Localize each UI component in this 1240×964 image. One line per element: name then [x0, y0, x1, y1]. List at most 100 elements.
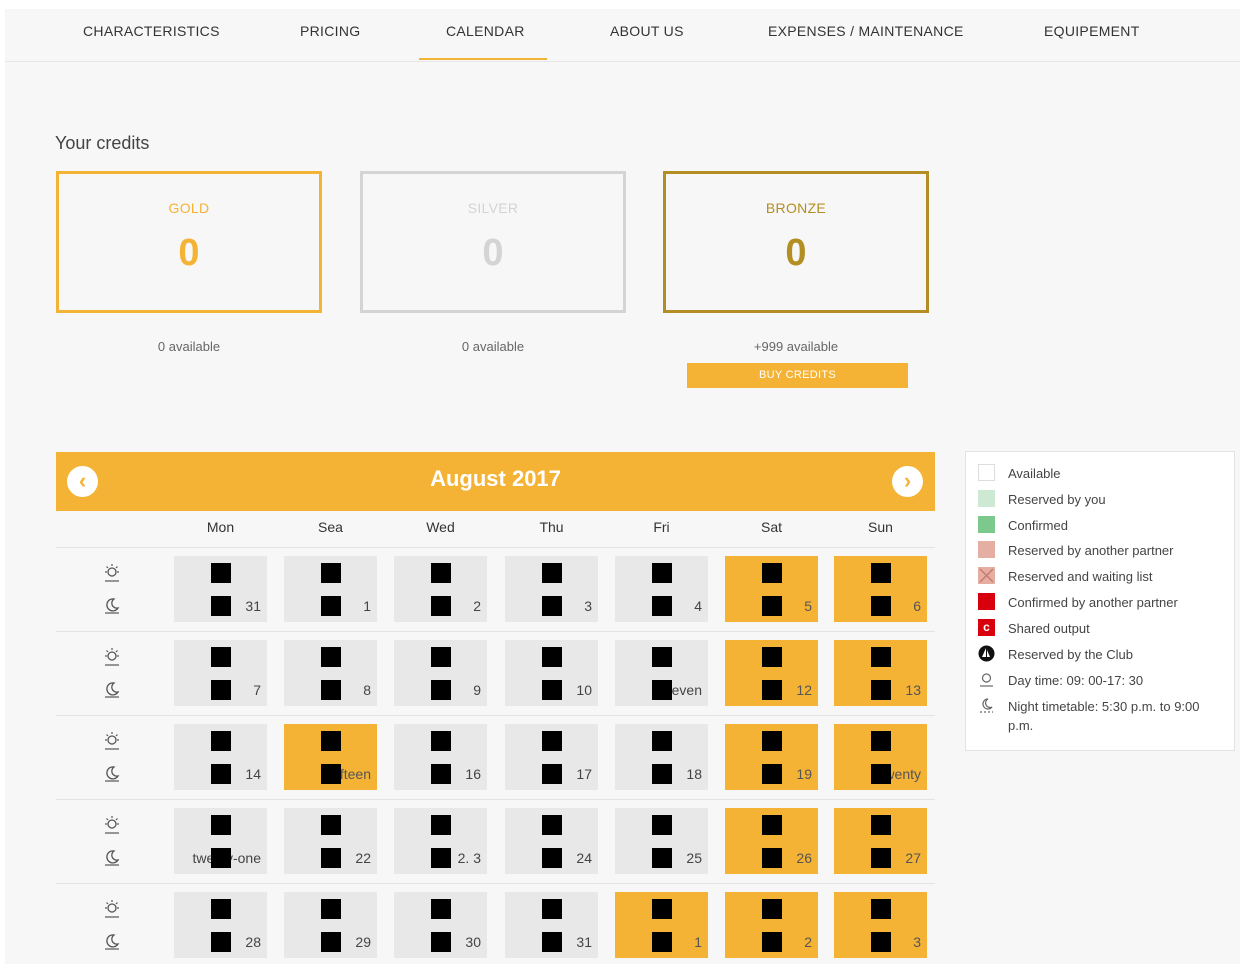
day-slot[interactable]	[871, 563, 891, 583]
day-slot[interactable]	[321, 815, 341, 835]
night-slot[interactable]	[871, 596, 891, 616]
calendar-day-cell[interactable]: 19	[725, 724, 818, 790]
day-slot[interactable]	[431, 899, 451, 919]
calendar-day-cell[interactable]: 8	[284, 640, 377, 706]
night-slot[interactable]	[321, 596, 341, 616]
night-slot[interactable]	[431, 932, 451, 952]
day-slot[interactable]	[542, 731, 562, 751]
day-slot[interactable]	[762, 899, 782, 919]
calendar-day-cell[interactable]: eleven	[615, 640, 708, 706]
night-slot[interactable]	[542, 848, 562, 868]
night-slot[interactable]	[542, 764, 562, 784]
calendar-day-cell[interactable]: 17	[505, 724, 598, 790]
night-slot[interactable]	[652, 596, 672, 616]
night-slot[interactable]	[321, 680, 341, 700]
day-slot[interactable]	[431, 563, 451, 583]
night-slot[interactable]	[211, 596, 231, 616]
next-month-button[interactable]: ›	[892, 466, 923, 497]
night-slot[interactable]	[652, 848, 672, 868]
tab-equipement[interactable]: EQUIPEMENT	[1044, 23, 1140, 39]
night-slot[interactable]	[431, 596, 451, 616]
calendar-day-cell[interactable]: 13	[834, 640, 927, 706]
calendar-day-cell[interactable]: 26	[725, 808, 818, 874]
calendar-day-cell[interactable]: 9	[394, 640, 487, 706]
calendar-day-cell[interactable]: 7	[174, 640, 267, 706]
night-slot[interactable]	[542, 596, 562, 616]
calendar-day-cell[interactable]: 22	[284, 808, 377, 874]
calendar-day-cell[interactable]: 30	[394, 892, 487, 958]
calendar-day-cell[interactable]: 25	[615, 808, 708, 874]
night-slot[interactable]	[431, 680, 451, 700]
night-slot[interactable]	[652, 932, 672, 952]
calendar-day-cell[interactable]: 6	[834, 556, 927, 622]
night-slot[interactable]	[871, 848, 891, 868]
day-slot[interactable]	[762, 731, 782, 751]
night-slot[interactable]	[762, 596, 782, 616]
day-slot[interactable]	[652, 731, 672, 751]
night-slot[interactable]	[431, 764, 451, 784]
night-slot[interactable]	[871, 680, 891, 700]
tab-expenses-maintenance[interactable]: EXPENSES / MAINTENANCE	[768, 23, 964, 39]
calendar-day-cell[interactable]: 3	[505, 556, 598, 622]
calendar-day-cell[interactable]: 24	[505, 808, 598, 874]
day-slot[interactable]	[871, 815, 891, 835]
calendar-day-cell[interactable]: 3	[834, 892, 927, 958]
night-slot[interactable]	[652, 680, 672, 700]
tab-characteristics[interactable]: CHARACTERISTICS	[83, 23, 220, 39]
day-slot[interactable]	[321, 899, 341, 919]
day-slot[interactable]	[871, 899, 891, 919]
day-slot[interactable]	[211, 647, 231, 667]
day-slot[interactable]	[652, 563, 672, 583]
night-slot[interactable]	[431, 848, 451, 868]
day-slot[interactable]	[211, 731, 231, 751]
day-slot[interactable]	[321, 731, 341, 751]
day-slot[interactable]	[542, 899, 562, 919]
calendar-day-cell[interactable]: twenty-one	[174, 808, 267, 874]
day-slot[interactable]	[652, 899, 672, 919]
day-slot[interactable]	[542, 815, 562, 835]
calendar-day-cell[interactable]: 31	[505, 892, 598, 958]
calendar-day-cell[interactable]: 1	[284, 556, 377, 622]
calendar-day-cell[interactable]: 14	[174, 724, 267, 790]
calendar-day-cell[interactable]: twenty	[834, 724, 927, 790]
night-slot[interactable]	[542, 680, 562, 700]
day-slot[interactable]	[321, 647, 341, 667]
calendar-day-cell[interactable]: 4	[615, 556, 708, 622]
day-slot[interactable]	[211, 815, 231, 835]
buy-credits-button[interactable]: BUY CREDITS	[687, 363, 908, 388]
night-slot[interactable]	[211, 680, 231, 700]
day-slot[interactable]	[542, 647, 562, 667]
calendar-day-cell[interactable]: 12	[725, 640, 818, 706]
calendar-day-cell[interactable]: 29	[284, 892, 377, 958]
day-slot[interactable]	[431, 815, 451, 835]
tab-about-us[interactable]: ABOUT US	[610, 23, 684, 39]
night-slot[interactable]	[652, 764, 672, 784]
calendar-day-cell[interactable]: 10	[505, 640, 598, 706]
calendar-day-cell[interactable]: 18	[615, 724, 708, 790]
calendar-day-cell[interactable]: 16	[394, 724, 487, 790]
calendar-day-cell[interactable]: 2	[725, 892, 818, 958]
night-slot[interactable]	[321, 848, 341, 868]
night-slot[interactable]	[762, 848, 782, 868]
day-slot[interactable]	[542, 563, 562, 583]
tab-pricing[interactable]: PRICING	[300, 23, 360, 39]
night-slot[interactable]	[762, 764, 782, 784]
day-slot[interactable]	[871, 731, 891, 751]
calendar-day-cell[interactable]: 2	[394, 556, 487, 622]
night-slot[interactable]	[762, 680, 782, 700]
day-slot[interactable]	[652, 815, 672, 835]
day-slot[interactable]	[431, 647, 451, 667]
calendar-day-cell[interactable]: 2. 3	[394, 808, 487, 874]
tab-calendar[interactable]: CALENDAR	[446, 23, 525, 39]
night-slot[interactable]	[321, 764, 341, 784]
calendar-day-cell[interactable]: fifteen	[284, 724, 377, 790]
night-slot[interactable]	[542, 932, 562, 952]
calendar-day-cell[interactable]: 27	[834, 808, 927, 874]
day-slot[interactable]	[211, 563, 231, 583]
night-slot[interactable]	[871, 764, 891, 784]
night-slot[interactable]	[321, 932, 341, 952]
day-slot[interactable]	[431, 731, 451, 751]
night-slot[interactable]	[871, 932, 891, 952]
night-slot[interactable]	[762, 932, 782, 952]
calendar-day-cell[interactable]: 28	[174, 892, 267, 958]
